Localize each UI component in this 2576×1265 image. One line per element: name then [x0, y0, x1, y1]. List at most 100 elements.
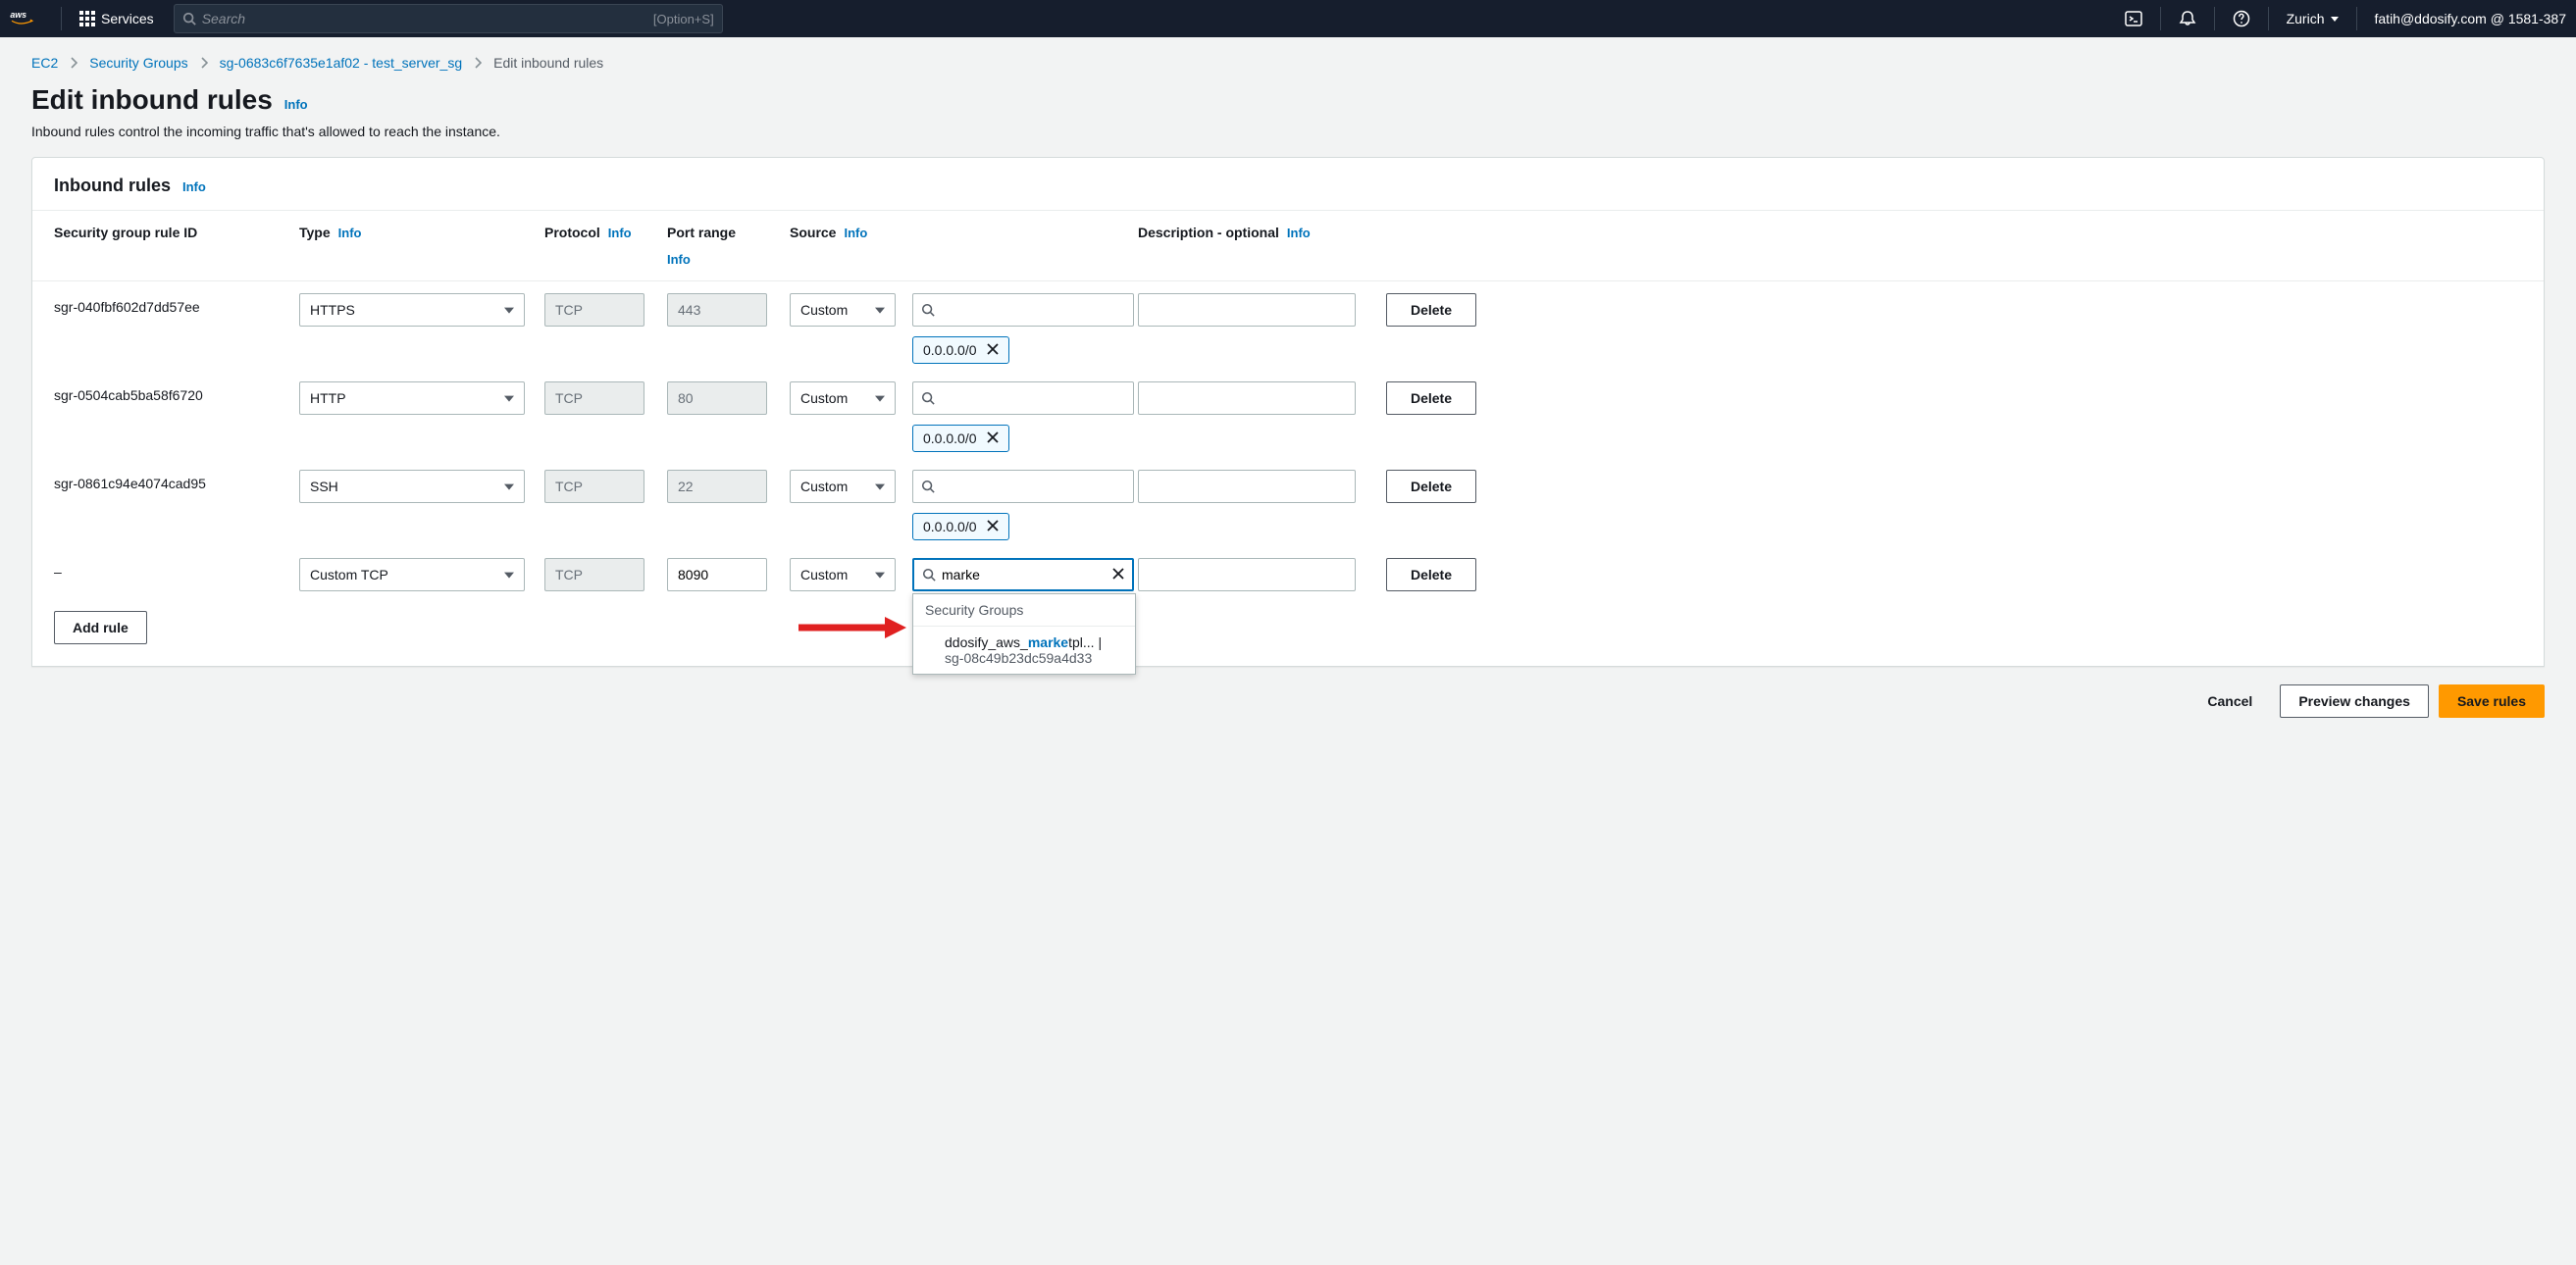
source-mode-value: Custom	[800, 302, 848, 318]
source-mode-value: Custom	[800, 390, 848, 406]
cancel-button[interactable]: Cancel	[2190, 684, 2270, 718]
divider	[61, 7, 62, 30]
notifications-icon[interactable]	[2179, 10, 2196, 27]
protocol-field: TCP	[544, 293, 644, 327]
rule-id: sgr-0504cab5ba58f6720	[54, 381, 299, 403]
delete-button[interactable]: Delete	[1386, 470, 1476, 503]
remove-tag-icon[interactable]	[987, 430, 999, 446]
page-title: Edit inbound rules	[31, 84, 273, 116]
source-search[interactable]	[912, 470, 1134, 503]
dropdown-item-sgid: sg-08c49b23dc59a4d33	[945, 650, 1092, 666]
port-field: 443	[667, 293, 767, 327]
source-search-input[interactable]	[941, 390, 1125, 406]
info-link[interactable]: Info	[1287, 226, 1311, 240]
source-dropdown: Security Groupsddosify_aws_marketpl... |…	[912, 593, 1136, 675]
col-rule-id: Security group rule ID	[54, 225, 299, 240]
info-link[interactable]: Info	[667, 252, 790, 267]
breadcrumb-security-groups[interactable]: Security Groups	[89, 55, 187, 71]
remove-tag-icon[interactable]	[987, 519, 999, 534]
breadcrumb-sg-id[interactable]: sg-0683c6f7635e1af02 - test_server_sg	[220, 55, 463, 71]
clear-icon[interactable]	[1112, 567, 1124, 582]
table-row: sgr-040fbf602d7dd57eeHTTPS TCP 443 Custom 0.…	[32, 281, 2544, 370]
dropdown-item[interactable]: ddosify_aws_marketpl... |sg-08c49b23dc59…	[913, 627, 1135, 674]
source-cidr-tag: 0.0.0.0/0	[912, 425, 1009, 452]
source-search-input[interactable]	[941, 479, 1125, 494]
source-mode-select[interactable]: Custom	[790, 381, 896, 415]
breadcrumb-ec2[interactable]: EC2	[31, 55, 58, 71]
services-button[interactable]: Services	[79, 11, 154, 26]
chevron-right-icon	[200, 57, 208, 69]
search-icon	[921, 303, 935, 317]
breadcrumb: EC2 Security Groups sg-0683c6f7635e1af02…	[0, 37, 2576, 75]
source-mode-select[interactable]: Custom	[790, 293, 896, 327]
type-value: HTTP	[310, 390, 346, 406]
inbound-rules-panel: Inbound rules Info Security group rule I…	[31, 157, 2545, 667]
footer-actions: Cancel Preview changes Save rules	[0, 667, 2576, 735]
caret-down-icon	[2331, 17, 2339, 22]
source-search[interactable]	[912, 558, 1134, 591]
info-link[interactable]: Info	[608, 226, 632, 240]
dropdown-header: Security Groups	[913, 594, 1135, 627]
source-search[interactable]	[912, 293, 1134, 327]
delete-button[interactable]: Delete	[1386, 293, 1476, 327]
source-mode-value: Custom	[800, 479, 848, 494]
description-input[interactable]	[1138, 293, 1356, 327]
info-link[interactable]: Info	[338, 226, 362, 240]
save-rules-button[interactable]: Save rules	[2439, 684, 2545, 718]
rule-id: sgr-0861c94e4074cad95	[54, 470, 299, 491]
delete-button[interactable]: Delete	[1386, 381, 1476, 415]
rule-id: sgr-040fbf602d7dd57ee	[54, 293, 299, 315]
remove-tag-icon[interactable]	[987, 342, 999, 358]
services-label: Services	[101, 11, 154, 26]
source-mode-value: Custom	[800, 567, 848, 582]
table-row: sgr-0504cab5ba58f6720HTTPTCP80Custom0.0.…	[32, 370, 2544, 458]
search-icon	[921, 480, 935, 493]
type-select[interactable]: HTTPS	[299, 293, 525, 327]
cidr-value: 0.0.0.0/0	[923, 430, 977, 446]
annotation-arrow	[799, 613, 906, 642]
col-protocol: ProtocolInfo	[544, 225, 667, 240]
info-link[interactable]: Info	[284, 97, 308, 112]
info-link[interactable]: Info	[844, 226, 867, 240]
panel-title: Inbound rules	[54, 176, 171, 196]
port-input[interactable]	[667, 558, 767, 591]
search-input[interactable]	[202, 11, 653, 26]
description-input[interactable]	[1138, 558, 1356, 591]
protocol-field: TCP	[544, 381, 644, 415]
table-row: –Custom TCPTCPCustomSecurity Groupsddosi…	[32, 546, 2544, 597]
preview-changes-button[interactable]: Preview changes	[2280, 684, 2429, 718]
region-selector[interactable]: Zurich	[2287, 11, 2339, 26]
chevron-right-icon	[70, 57, 77, 69]
global-search[interactable]: [Option+S]	[174, 4, 723, 33]
source-cidr-tag: 0.0.0.0/0	[912, 336, 1009, 364]
type-select[interactable]: Custom TCP	[299, 558, 525, 591]
protocol-field: TCP	[544, 558, 644, 591]
type-select[interactable]: SSH	[299, 470, 525, 503]
type-value: Custom TCP	[310, 567, 388, 582]
source-cidr-tag: 0.0.0.0/0	[912, 513, 1009, 540]
source-search-input[interactable]	[942, 567, 1107, 582]
description-input[interactable]	[1138, 470, 1356, 503]
type-select[interactable]: HTTP	[299, 381, 525, 415]
info-link[interactable]: Info	[182, 179, 206, 194]
rules-table: Security group rule ID TypeInfo Protocol…	[32, 211, 2544, 666]
delete-button[interactable]: Delete	[1386, 558, 1476, 591]
divider	[2214, 7, 2215, 30]
account-menu[interactable]: fatih@ddosify.com @ 1581-387	[2375, 11, 2567, 26]
search-icon	[921, 391, 935, 405]
cloudshell-icon[interactable]	[2125, 10, 2142, 27]
svg-text:aws: aws	[10, 10, 26, 20]
source-search-input[interactable]	[941, 302, 1125, 318]
col-source: SourceInfo	[790, 225, 912, 240]
port-field: 22	[667, 470, 767, 503]
add-rule-button[interactable]: Add rule	[54, 611, 147, 644]
source-mode-select[interactable]: Custom	[790, 470, 896, 503]
protocol-field: TCP	[544, 470, 644, 503]
aws-logo[interactable]: aws	[10, 9, 43, 28]
description-input[interactable]	[1138, 381, 1356, 415]
help-icon[interactable]	[2233, 10, 2250, 27]
source-mode-select[interactable]: Custom	[790, 558, 896, 591]
source-search[interactable]	[912, 381, 1134, 415]
divider	[2356, 7, 2357, 30]
divider	[2160, 7, 2161, 30]
